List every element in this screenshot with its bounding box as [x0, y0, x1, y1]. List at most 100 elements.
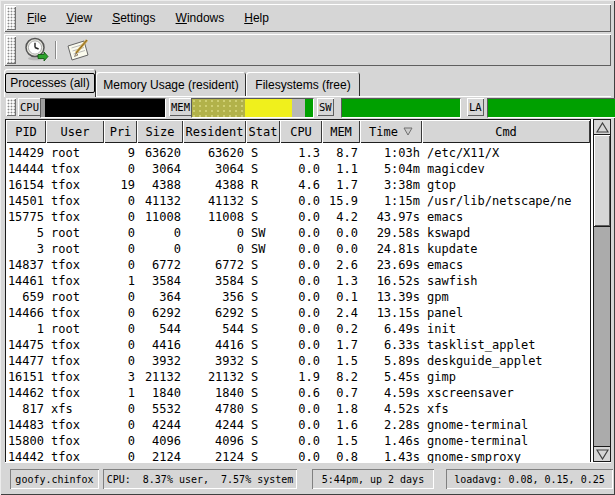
cell-pid: 14483	[6, 417, 46, 433]
cell-stat: SW	[246, 225, 280, 241]
column-header-cmd[interactable]: Cmd	[422, 120, 590, 143]
process-row[interactable]: 14442tfox021242124S0.00.81.43sgnome-smpr…	[6, 449, 590, 463]
cell-pri: 9	[104, 145, 137, 161]
toolbar-grip-handle[interactable]	[6, 36, 16, 64]
column-header-user[interactable]: User	[46, 120, 104, 143]
process-list-area: PIDUserPriSizeResidentStatCPUMEMTimeCmd …	[5, 119, 611, 462]
column-header-time[interactable]: Time	[360, 120, 422, 143]
cell-cmd: gimp	[422, 369, 590, 385]
column-header-mem[interactable]: MEM	[322, 120, 360, 143]
cell-resident: 0	[183, 225, 246, 241]
process-row[interactable]: 659root0364356S0.00.113.39sgpm	[6, 289, 590, 305]
column-header-pid[interactable]: PID	[6, 120, 46, 143]
process-row[interactable]: 14461tfox135843584S0.01.316.52ssawfish	[6, 273, 590, 289]
cell-cpu: 0.0	[280, 417, 322, 433]
edit-notepad-icon[interactable]	[65, 37, 91, 63]
cell-pid: 3	[6, 241, 46, 257]
column-header-cpu[interactable]: CPU	[280, 120, 322, 143]
process-row[interactable]: 14837tfox067726772S0.02.623.69semacs	[6, 257, 590, 273]
scrollbar-track[interactable]	[594, 135, 610, 446]
cell-cpu: 0.0	[280, 209, 322, 225]
process-row[interactable]: 16151tfox32113221132S1.98.25.45sgimp	[6, 369, 590, 385]
la-graph-button[interactable]: LA	[467, 98, 484, 116]
process-row[interactable]: 15800tfox040964096S0.01.51.46sgnome-term…	[6, 433, 590, 449]
cell-pid: 14475	[6, 337, 46, 353]
tab-memory-usage-resident[interactable]: Memory Usage (resident)	[96, 72, 246, 97]
column-header-resident[interactable]: Resident	[183, 120, 246, 143]
cell-cmd: magicdev	[422, 161, 590, 177]
mem-graph-button[interactable]: MEM	[169, 98, 192, 116]
usage-segment	[245, 99, 292, 117]
vertical-scrollbar[interactable]	[593, 119, 611, 462]
cell-mem: 1.3	[322, 273, 360, 289]
scrollbar-thumb[interactable]	[594, 135, 610, 227]
cell-pri: 0	[104, 209, 137, 225]
menu-item-settings[interactable]: Settings	[102, 11, 165, 25]
cell-mem: 1.1	[322, 161, 360, 177]
column-header-label: MEM	[330, 125, 352, 139]
process-row[interactable]: 14462tfox118401840S0.60.74.59sxscreensav…	[6, 385, 590, 401]
menu-item-windows[interactable]: Windows	[166, 11, 235, 25]
column-header-pri[interactable]: Pri	[104, 120, 137, 143]
cell-size: 63620	[137, 145, 183, 161]
tab-filesystems-free[interactable]: Filesystems (free)	[246, 72, 360, 97]
resource-grip-handle[interactable]	[6, 98, 16, 116]
sw-graph-button[interactable]: SW	[317, 98, 334, 116]
cell-resident: 6772	[183, 257, 246, 273]
cell-cmd: emacs	[422, 257, 590, 273]
cell-cmd: gnome-terminal	[422, 417, 590, 433]
menu-item-view[interactable]: View	[56, 11, 102, 25]
cell-cmd: panel	[422, 305, 590, 321]
menubar-grip-handle[interactable]	[6, 6, 16, 30]
cell-size: 3064	[137, 161, 183, 177]
cell-mem: 8.2	[322, 369, 360, 385]
process-row[interactable]: 14475tfox044164416S0.01.76.33stasklist_a…	[6, 337, 590, 353]
cell-mem: 0.1	[322, 289, 360, 305]
cell-mem: 0.2	[322, 321, 360, 337]
process-row[interactable]: 15775tfox01100811008S0.04.243.97semacs	[6, 209, 590, 225]
status-panel-2: 5:44pm, up 2 days	[312, 469, 434, 489]
scroll-up-button[interactable]	[594, 120, 610, 135]
process-row[interactable]: 14483tfox042444244S0.01.62.28sgnome-term…	[6, 417, 590, 433]
process-row[interactable]: 14429root96362063620S1.38.71:03h/etc/X11…	[6, 145, 590, 161]
scroll-down-button[interactable]	[594, 446, 610, 461]
cell-resident: 4096	[183, 433, 246, 449]
cpu-graph-button[interactable]: CPU	[18, 98, 41, 116]
cell-resident: 4244	[183, 417, 246, 433]
process-row[interactable]: 5root000SW0.00.029.58skswapd	[6, 225, 590, 241]
cell-mem: 8.7	[322, 145, 360, 161]
column-header-size[interactable]: Size	[137, 120, 183, 143]
process-row[interactable]: 817xfs055324780S0.01.84.52sxfs	[6, 401, 590, 417]
process-row[interactable]: 14444tfox030643064S0.01.15:04mmagicdev	[6, 161, 590, 177]
cell-stat: S	[246, 449, 280, 463]
cell-time: 1:15m	[360, 193, 422, 209]
column-header-stat[interactable]: Stat	[246, 120, 280, 143]
cell-pri: 3	[104, 369, 137, 385]
cell-user: xfs	[46, 401, 104, 417]
cell-size: 2124	[137, 449, 183, 463]
run-clock-icon[interactable]	[23, 37, 49, 63]
process-row[interactable]: 16154tfox1943884388R4.61.73:38mgtop	[6, 177, 590, 193]
process-row[interactable]: 14501tfox04113241132S0.015.91:15m/usr/li…	[6, 193, 590, 209]
cell-cpu: 0.0	[280, 353, 322, 369]
cell-cpu: 0.0	[280, 321, 322, 337]
menu-item-help[interactable]: Help	[234, 11, 279, 25]
tab-processes-all[interactable]: Processes (all)	[4, 69, 96, 97]
cell-cpu: 0.0	[280, 193, 322, 209]
cell-user: root	[46, 225, 104, 241]
process-table: PIDUserPriSizeResidentStatCPUMEMTimeCmd …	[5, 119, 591, 462]
cell-cmd: /etc/X11/X	[422, 145, 590, 161]
cell-cpu: 0.0	[280, 289, 322, 305]
process-row[interactable]: 14466tfox062926292S0.02.413.15spanel	[6, 305, 590, 321]
usage-segment	[45, 99, 165, 117]
cell-time: 3:38m	[360, 177, 422, 193]
cell-resident: 0	[183, 241, 246, 257]
process-row[interactable]: 1root0544544S0.00.26.49sinit	[6, 321, 590, 337]
mem-usage-bar	[191, 98, 314, 118]
status-panel-0: goofy.chinfox	[10, 469, 99, 489]
column-header-label: Pri	[110, 125, 132, 139]
cell-user: tfox	[46, 449, 104, 463]
process-row[interactable]: 14477tfox039323932S0.01.55.89sdeskguide_…	[6, 353, 590, 369]
process-row[interactable]: 3root000SW0.00.024.81skupdate	[6, 241, 590, 257]
menu-item-file[interactable]: File	[17, 11, 56, 25]
